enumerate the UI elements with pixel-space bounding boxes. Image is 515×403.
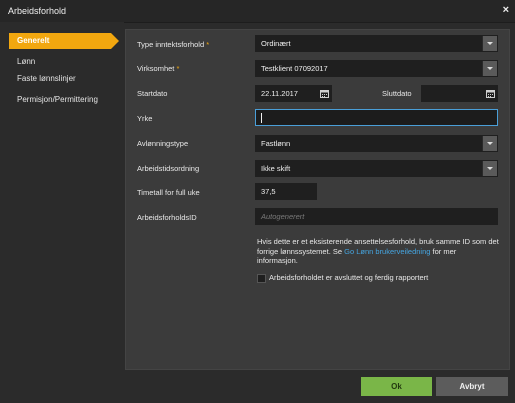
window-title: Arbeidsforhold: [8, 6, 67, 16]
info-text: Hvis dette er et eksisterende ansettelse…: [257, 237, 499, 265]
ok-button[interactable]: Ok: [361, 377, 432, 396]
help-link[interactable]: Go Lønn brukerveiledning: [344, 247, 430, 256]
cancel-button[interactable]: Avbryt: [436, 377, 508, 396]
avlonningstype-select[interactable]: Fastlønn: [255, 135, 498, 152]
calendar-icon[interactable]: [320, 89, 329, 98]
virksomhet-label: Virksomhet *: [137, 64, 180, 73]
title-bar: Arbeidsforhold ×: [0, 0, 515, 23]
arbeidstidsordning-select[interactable]: Ikke skift: [255, 160, 498, 177]
arbeidstidsordning-label: Arbeidstidsordning: [137, 164, 200, 173]
avlonningstype-label: Avlønningstype: [137, 139, 189, 148]
arbeidsforholdsid-placeholder: Autogenerert: [261, 212, 305, 221]
sidebar-item-lonn[interactable]: Lønn: [10, 54, 35, 70]
sidebar-item-permisjon[interactable]: Permisjon/Permittering: [10, 92, 98, 108]
sidebar-item-faste-lonnslinjer[interactable]: Faste lønnslinjer: [10, 71, 76, 87]
startdato-value: 22.11.2017: [261, 89, 298, 98]
chevron-down-icon[interactable]: [482, 136, 497, 151]
calendar-icon[interactable]: [486, 89, 495, 98]
sidebar: Generelt Lønn Faste lønnslinjer Permisjo…: [0, 22, 124, 367]
arbeidsforholdsid-label: ArbeidsforholdsID: [137, 213, 197, 222]
arbeidstidsordning-value: Ikke skift: [261, 164, 291, 173]
chevron-down-icon[interactable]: [482, 36, 497, 51]
chevron-down-icon[interactable]: [482, 161, 497, 176]
yrke-label: Yrke: [137, 114, 153, 123]
chevron-down-icon[interactable]: [482, 61, 497, 76]
avsluttet-checkbox-label[interactable]: Arbeidsforholdet er avsluttet og ferdig …: [269, 273, 428, 282]
sluttdato-input[interactable]: [421, 85, 498, 102]
virksomhet-select[interactable]: Testklient 07092017: [255, 60, 498, 77]
inntektsforhold-value: Ordinært: [261, 39, 291, 48]
text-cursor: [261, 113, 262, 124]
startdato-input[interactable]: 22.11.2017: [255, 85, 332, 102]
timetall-label: Timetall for full uke: [137, 188, 200, 197]
avlonningstype-value: Fastlønn: [261, 139, 291, 148]
yrke-input[interactable]: [255, 109, 498, 126]
startdato-label: Startdato: [137, 89, 168, 98]
avsluttet-checkbox[interactable]: [257, 274, 266, 283]
sidebar-item-generelt[interactable]: Generelt: [9, 33, 119, 49]
sluttdato-label: Sluttdato: [382, 89, 412, 98]
timetall-value: 37,5: [261, 187, 276, 196]
timetall-input[interactable]: 37,5: [255, 183, 317, 200]
arbeidsforholdsid-input[interactable]: Autogenerert: [255, 208, 498, 225]
inntektsforhold-label: Type inntektsforhold *: [137, 40, 210, 49]
inntektsforhold-select[interactable]: Ordinært: [255, 35, 498, 52]
virksomhet-value: Testklient 07092017: [261, 64, 328, 73]
form-panel: Type inntektsforhold * Ordinært Virksomh…: [125, 29, 510, 370]
close-icon[interactable]: ×: [503, 4, 509, 17]
